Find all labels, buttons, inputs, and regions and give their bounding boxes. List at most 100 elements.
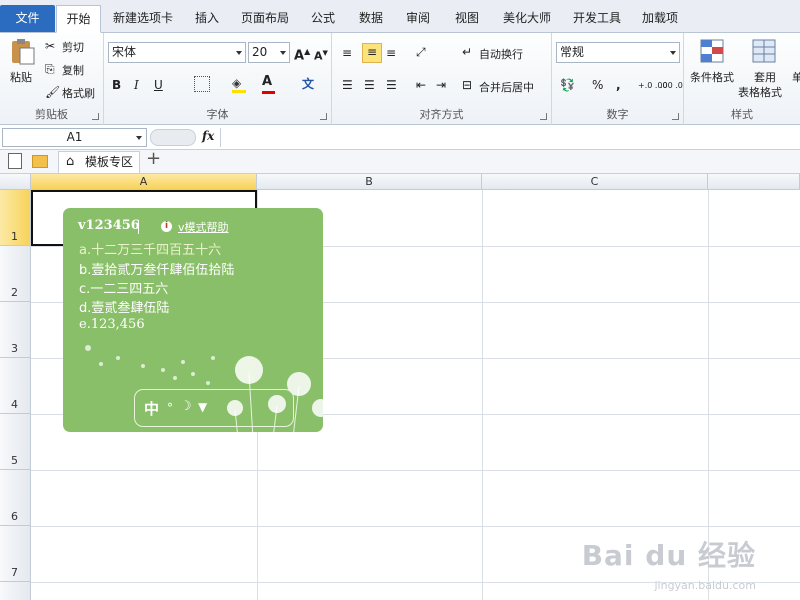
- ime-input-code: v123456: [78, 218, 140, 233]
- align-right-icon[interactable]: ☰: [386, 77, 397, 93]
- font-group-label: 字体: [206, 108, 229, 121]
- watermark-logo: Bai du 经验: [581, 539, 756, 572]
- row-header-5[interactable]: 5: [0, 414, 31, 470]
- row-header-3[interactable]: 3: [0, 302, 31, 358]
- copy-button[interactable]: 复制: [62, 62, 84, 78]
- skin-icon[interactable]: ▼: [198, 400, 207, 414]
- ribbon: 粘贴 ✂ 剪切 ⎘ 复制 🖌 格式刷 剪贴板 宋体 20 A▲ A▼ B I U…: [0, 33, 800, 125]
- tab-review[interactable]: 审阅: [397, 5, 439, 33]
- ime-mode-label[interactable]: 中: [144, 398, 159, 419]
- tab-home[interactable]: 开始: [56, 5, 101, 33]
- number-dialog-launcher[interactable]: [672, 113, 679, 120]
- align-top-icon[interactable]: ≡: [342, 45, 352, 61]
- select-all-corner[interactable]: [0, 174, 31, 190]
- row-header-6[interactable]: 6: [0, 470, 31, 526]
- merge-center-button[interactable]: 合并后居中: [479, 79, 534, 95]
- tab-data[interactable]: 数据: [350, 5, 392, 33]
- moon-icon[interactable]: ☽: [180, 399, 192, 414]
- ime-candidate-a[interactable]: a.十二万三千四百五十六: [79, 239, 221, 258]
- grow-font-icon[interactable]: A▲: [294, 44, 310, 64]
- decrease-decimal-button[interactable]: .00 .0: [660, 78, 683, 94]
- tab-view[interactable]: 视图: [446, 5, 488, 33]
- name-box[interactable]: A1: [2, 128, 147, 147]
- clipboard-group: 粘贴 ✂ 剪切 ⎘ 复制 🖌 格式刷 剪贴板: [0, 33, 104, 125]
- row-header-8[interactable]: [0, 582, 31, 600]
- align-center-icon[interactable]: ☰: [364, 77, 375, 93]
- orientation-icon[interactable]: ⤢: [416, 44, 426, 60]
- folder-icon[interactable]: [32, 155, 48, 168]
- italic-button[interactable]: I: [134, 77, 139, 93]
- ime-candidate-b[interactable]: b.壹拾贰万叁仟肆佰伍拾陆: [79, 259, 234, 278]
- conditional-format-button[interactable]: 条件格式: [690, 69, 734, 85]
- cut-button[interactable]: 剪切: [62, 39, 84, 55]
- bold-button[interactable]: B: [112, 77, 121, 93]
- tab-page-layout[interactable]: 页面布局: [234, 5, 296, 33]
- font-size-combo[interactable]: 20: [248, 42, 290, 63]
- table-format-line1[interactable]: 套用: [754, 69, 776, 85]
- tab-file[interactable]: 文件: [0, 5, 55, 32]
- ime-candidate-d[interactable]: d.壹贰叁肆伍陆: [79, 297, 169, 316]
- number-format-combo[interactable]: 常规: [556, 42, 680, 63]
- wrap-text-icon: ↵: [462, 45, 473, 59]
- fill-color-icon[interactable]: ◈: [232, 75, 246, 93]
- font-dialog-launcher[interactable]: [320, 113, 327, 120]
- formula-input[interactable]: [220, 128, 800, 147]
- wrap-text-button[interactable]: 自动换行: [479, 46, 523, 62]
- alignment-group-label: 对齐方式: [419, 108, 464, 121]
- column-header-c[interactable]: C: [482, 174, 708, 190]
- align-left-icon[interactable]: ☰: [342, 77, 353, 93]
- row-header-2[interactable]: 2: [0, 246, 31, 302]
- percent-button[interactable]: %: [592, 77, 603, 93]
- alignment-dialog-launcher[interactable]: [540, 113, 547, 120]
- align-bottom-icon[interactable]: ≡: [386, 45, 396, 61]
- decrease-indent-icon[interactable]: ⇤: [416, 77, 426, 93]
- table-format-icon[interactable]: [750, 37, 780, 65]
- formula-cancel-enter[interactable]: [150, 129, 196, 146]
- punctuation-icon[interactable]: °: [167, 401, 173, 415]
- ime-candidate-c[interactable]: c.一二三四五六: [79, 278, 168, 297]
- format-painter-button[interactable]: 格式刷: [62, 85, 95, 101]
- conditional-format-icon[interactable]: [698, 37, 728, 65]
- scissors-icon: ✂: [45, 39, 56, 53]
- add-tab-icon[interactable]: +: [146, 150, 161, 168]
- column-header-b[interactable]: B: [257, 174, 482, 190]
- ime-caret: [138, 220, 139, 234]
- doc-tab-templates[interactable]: ⌂ 模板专区: [58, 151, 140, 173]
- insert-function-button[interactable]: fx: [202, 129, 214, 143]
- home-icon: ⌂: [66, 154, 75, 169]
- increase-indent-icon[interactable]: ⇥: [436, 77, 446, 93]
- paste-icon[interactable]: [8, 37, 38, 65]
- merge-icon: ⊟: [462, 78, 473, 92]
- clipboard-dialog-launcher[interactable]: [92, 113, 99, 120]
- tab-new[interactable]: 新建选项卡: [104, 5, 182, 33]
- comma-button[interactable]: ,: [616, 77, 621, 93]
- tab-developer[interactable]: 开发工具: [566, 5, 628, 33]
- row-header-4[interactable]: 4: [0, 358, 31, 414]
- watermark-url: jingyan.baidu.com: [654, 579, 756, 592]
- column-header-a[interactable]: A: [31, 174, 257, 190]
- currency-icon[interactable]: 💱: [560, 77, 575, 93]
- ime-status-bar[interactable]: 中 ° ☽ ▼: [134, 389, 294, 427]
- underline-button[interactable]: U: [154, 77, 163, 93]
- table-format-line2[interactable]: 表格格式: [738, 84, 782, 100]
- paste-button[interactable]: 粘贴: [10, 69, 32, 85]
- row-header-7[interactable]: 7: [0, 526, 31, 582]
- tab-beautify[interactable]: 美化大师: [496, 5, 558, 33]
- tab-addins[interactable]: 加载项: [636, 5, 684, 33]
- formula-bar: A1 fx: [0, 126, 800, 150]
- tab-insert[interactable]: 插入: [186, 5, 228, 33]
- column-header-d[interactable]: [708, 174, 800, 190]
- number-group-label: 数字: [606, 108, 629, 121]
- info-icon: i: [161, 221, 172, 232]
- row-header-1[interactable]: 1: [0, 190, 31, 246]
- border-icon[interactable]: [194, 76, 210, 92]
- align-middle-icon[interactable]: ≡: [362, 43, 382, 63]
- font-color-icon[interactable]: A: [262, 74, 275, 94]
- phonetic-icon[interactable]: 文: [302, 76, 314, 92]
- ime-help-link[interactable]: v模式帮助: [178, 219, 229, 235]
- cell-styles-button[interactable]: 单: [792, 69, 800, 85]
- font-name-combo[interactable]: 宋体: [108, 42, 246, 63]
- shrink-font-icon[interactable]: A▼: [314, 45, 328, 65]
- tab-formulas[interactable]: 公式: [302, 5, 344, 33]
- new-doc-icon[interactable]: [8, 153, 22, 169]
